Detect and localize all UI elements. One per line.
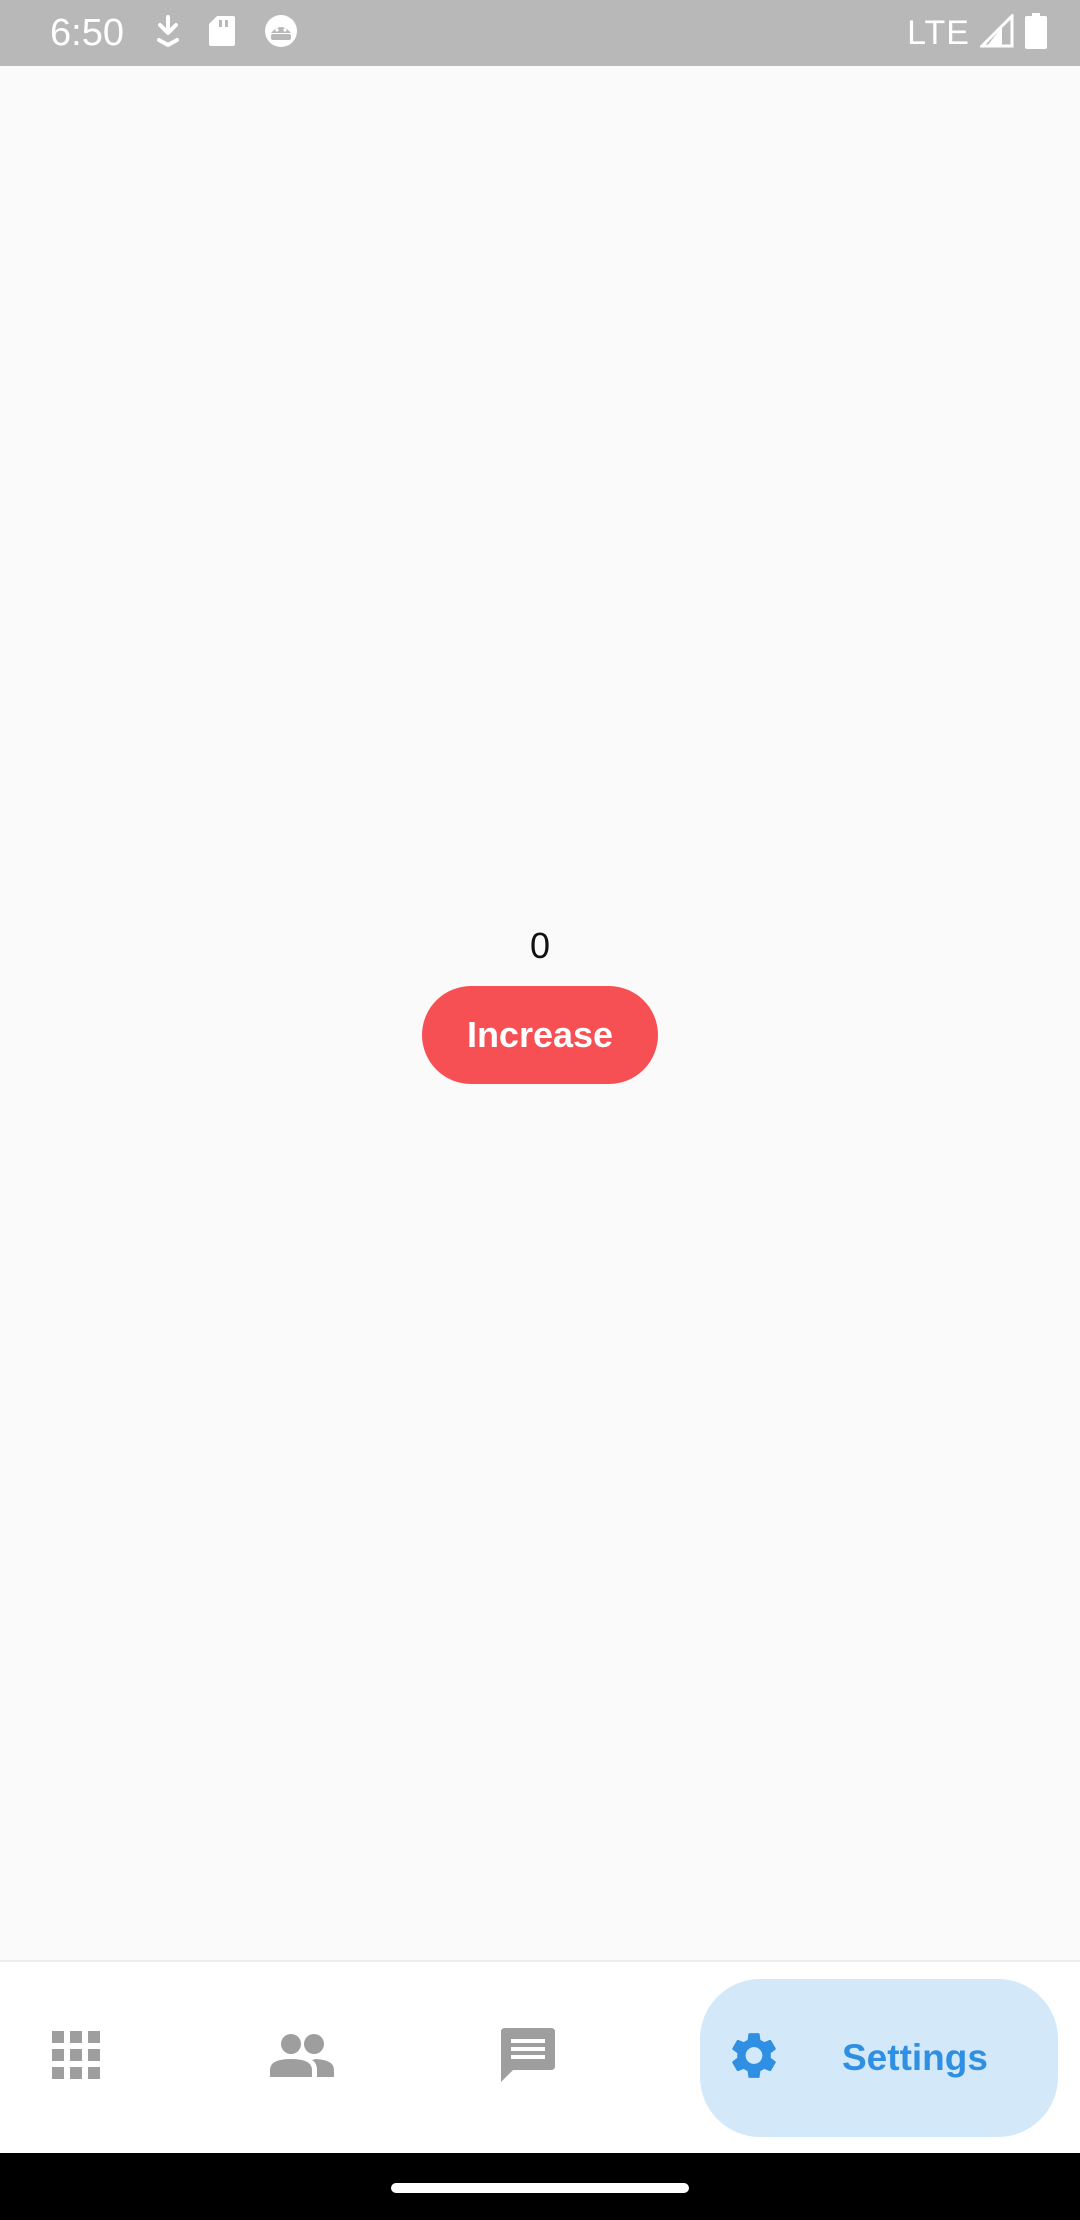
status-bar: 6:50 LTE (0, 0, 1080, 66)
android-debug-icon (263, 13, 299, 54)
app-screen: 6:50 LTE 0 Increase Settings (0, 0, 1080, 2220)
apps-grid-icon (52, 2030, 100, 2084)
settings-label: Settings (842, 2037, 988, 2078)
nav-item-chat[interactable] (468, 1962, 588, 2152)
battery-icon (1024, 12, 1048, 54)
people-icon (270, 2033, 334, 2082)
nav-item-people[interactable] (242, 1962, 362, 2152)
increase-button[interactable]: Increase (422, 986, 658, 1084)
home-gesture-handle[interactable] (391, 2183, 689, 2193)
status-icons-left (155, 14, 299, 52)
chat-icon (499, 2026, 557, 2089)
download-icon (155, 14, 181, 53)
status-time: 6:50 (50, 12, 124, 54)
system-navigation-bar (0, 2153, 1080, 2220)
nav-item-apps[interactable] (16, 1962, 136, 2152)
network-type: LTE (907, 14, 970, 52)
bottom-navigation-bar: Settings (0, 1960, 1080, 2153)
sd-card-icon (207, 14, 237, 53)
nav-item-settings[interactable]: Settings (700, 1979, 1058, 2137)
counter-value: 0 (529, 925, 551, 966)
gear-icon (726, 2028, 782, 2089)
signal-icon (978, 11, 1014, 53)
status-icons-right: LTE (907, 11, 1048, 54)
